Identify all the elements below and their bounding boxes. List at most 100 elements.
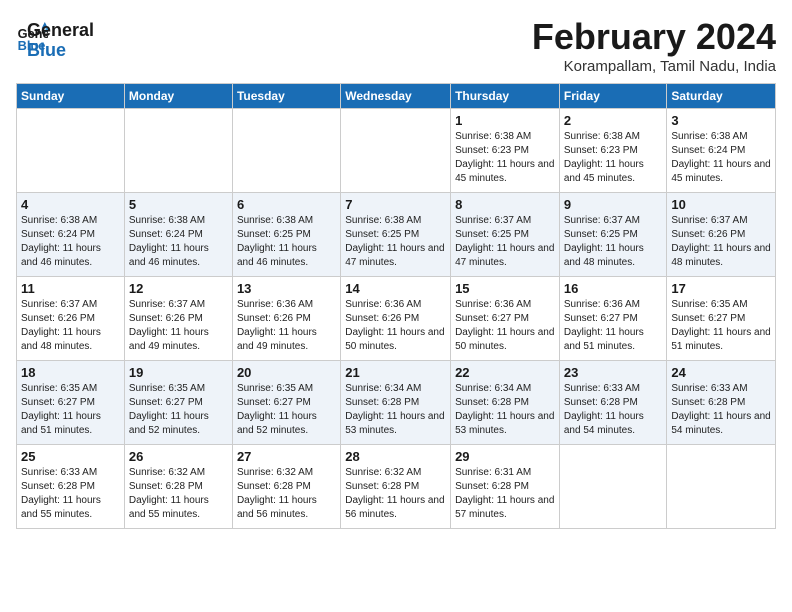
table-row: 4 Sunrise: 6:38 AMSunset: 6:24 PMDayligh… [17,193,125,277]
day-number: 16 [564,281,663,296]
day-number: 3 [671,113,771,128]
table-row: 1 Sunrise: 6:38 AMSunset: 6:23 PMDayligh… [451,109,560,193]
col-saturday: Saturday [667,84,776,109]
calendar-week-row: 18 Sunrise: 6:35 AMSunset: 6:27 PMDaylig… [17,361,776,445]
table-row: 14 Sunrise: 6:36 AMSunset: 6:26 PMDaylig… [341,277,451,361]
day-number: 15 [455,281,555,296]
table-row [341,109,451,193]
cell-info: Sunrise: 6:35 AMSunset: 6:27 PMDaylight:… [21,382,120,438]
table-row: 22 Sunrise: 6:34 AMSunset: 6:28 PMDaylig… [451,361,560,445]
day-number: 20 [237,365,336,380]
table-row: 16 Sunrise: 6:36 AMSunset: 6:27 PMDaylig… [559,277,667,361]
day-number: 10 [671,197,771,212]
table-row: 29 Sunrise: 6:31 AMSunset: 6:28 PMDaylig… [451,445,560,529]
day-number: 27 [237,449,336,464]
table-row: 2 Sunrise: 6:38 AMSunset: 6:23 PMDayligh… [559,109,667,193]
table-row [17,109,125,193]
day-number: 7 [345,197,446,212]
cell-info: Sunrise: 6:37 AMSunset: 6:26 PMDaylight:… [671,214,771,270]
table-row [124,109,232,193]
cell-info: Sunrise: 6:36 AMSunset: 6:27 PMDaylight:… [564,298,663,354]
col-tuesday: Tuesday [232,84,340,109]
day-number: 5 [129,197,228,212]
day-number: 2 [564,113,663,128]
cell-info: Sunrise: 6:35 AMSunset: 6:27 PMDaylight:… [671,298,771,354]
day-number: 1 [455,113,555,128]
day-number: 9 [564,197,663,212]
logo: General Blue General Blue [16,16,94,61]
cell-info: Sunrise: 6:38 AMSunset: 6:24 PMDaylight:… [21,214,120,270]
cell-info: Sunrise: 6:38 AMSunset: 6:24 PMDaylight:… [671,130,771,186]
cell-info: Sunrise: 6:35 AMSunset: 6:27 PMDaylight:… [129,382,228,438]
table-row: 25 Sunrise: 6:33 AMSunset: 6:28 PMDaylig… [17,445,125,529]
cell-info: Sunrise: 6:37 AMSunset: 6:26 PMDaylight:… [21,298,120,354]
cell-info: Sunrise: 6:35 AMSunset: 6:27 PMDaylight:… [237,382,336,438]
table-row: 11 Sunrise: 6:37 AMSunset: 6:26 PMDaylig… [17,277,125,361]
cell-info: Sunrise: 6:34 AMSunset: 6:28 PMDaylight:… [455,382,555,438]
calendar-header-row: Sunday Monday Tuesday Wednesday Thursday… [17,84,776,109]
table-row: 5 Sunrise: 6:38 AMSunset: 6:24 PMDayligh… [124,193,232,277]
col-friday: Friday [559,84,667,109]
table-row [232,109,340,193]
table-row: 18 Sunrise: 6:35 AMSunset: 6:27 PMDaylig… [17,361,125,445]
title-block: February 2024 Korampallam, Tamil Nadu, I… [532,16,776,75]
table-row: 6 Sunrise: 6:38 AMSunset: 6:25 PMDayligh… [232,193,340,277]
day-number: 8 [455,197,555,212]
table-row: 12 Sunrise: 6:37 AMSunset: 6:26 PMDaylig… [124,277,232,361]
cell-info: Sunrise: 6:38 AMSunset: 6:23 PMDaylight:… [564,130,663,186]
calendar-week-row: 1 Sunrise: 6:38 AMSunset: 6:23 PMDayligh… [17,109,776,193]
table-row: 21 Sunrise: 6:34 AMSunset: 6:28 PMDaylig… [341,361,451,445]
table-row: 24 Sunrise: 6:33 AMSunset: 6:28 PMDaylig… [667,361,776,445]
day-number: 17 [671,281,771,296]
day-number: 13 [237,281,336,296]
cell-info: Sunrise: 6:37 AMSunset: 6:25 PMDaylight:… [564,214,663,270]
day-number: 23 [564,365,663,380]
table-row: 8 Sunrise: 6:37 AMSunset: 6:25 PMDayligh… [451,193,560,277]
day-number: 6 [237,197,336,212]
calendar-week-row: 25 Sunrise: 6:33 AMSunset: 6:28 PMDaylig… [17,445,776,529]
cell-info: Sunrise: 6:36 AMSunset: 6:26 PMDaylight:… [345,298,446,354]
day-number: 21 [345,365,446,380]
cell-info: Sunrise: 6:32 AMSunset: 6:28 PMDaylight:… [345,466,446,522]
table-row: 26 Sunrise: 6:32 AMSunset: 6:28 PMDaylig… [124,445,232,529]
cell-info: Sunrise: 6:32 AMSunset: 6:28 PMDaylight:… [237,466,336,522]
day-number: 14 [345,281,446,296]
cell-info: Sunrise: 6:37 AMSunset: 6:25 PMDaylight:… [455,214,555,270]
cell-info: Sunrise: 6:38 AMSunset: 6:25 PMDaylight:… [345,214,446,270]
cell-info: Sunrise: 6:38 AMSunset: 6:23 PMDaylight:… [455,130,555,186]
col-monday: Monday [124,84,232,109]
cell-info: Sunrise: 6:36 AMSunset: 6:26 PMDaylight:… [237,298,336,354]
month-year-title: February 2024 [532,16,776,58]
calendar-table: Sunday Monday Tuesday Wednesday Thursday… [16,83,776,529]
table-row: 23 Sunrise: 6:33 AMSunset: 6:28 PMDaylig… [559,361,667,445]
cell-info: Sunrise: 6:38 AMSunset: 6:24 PMDaylight:… [129,214,228,270]
cell-info: Sunrise: 6:32 AMSunset: 6:28 PMDaylight:… [129,466,228,522]
day-number: 22 [455,365,555,380]
table-row: 10 Sunrise: 6:37 AMSunset: 6:26 PMDaylig… [667,193,776,277]
day-number: 25 [21,449,120,464]
calendar-week-row: 11 Sunrise: 6:37 AMSunset: 6:26 PMDaylig… [17,277,776,361]
day-number: 26 [129,449,228,464]
table-row: 7 Sunrise: 6:38 AMSunset: 6:25 PMDayligh… [341,193,451,277]
day-number: 29 [455,449,555,464]
cell-info: Sunrise: 6:33 AMSunset: 6:28 PMDaylight:… [564,382,663,438]
table-row: 28 Sunrise: 6:32 AMSunset: 6:28 PMDaylig… [341,445,451,529]
day-number: 19 [129,365,228,380]
cell-info: Sunrise: 6:37 AMSunset: 6:26 PMDaylight:… [129,298,228,354]
table-row: 20 Sunrise: 6:35 AMSunset: 6:27 PMDaylig… [232,361,340,445]
cell-info: Sunrise: 6:34 AMSunset: 6:28 PMDaylight:… [345,382,446,438]
table-row [667,445,776,529]
cell-info: Sunrise: 6:38 AMSunset: 6:25 PMDaylight:… [237,214,336,270]
day-number: 12 [129,281,228,296]
table-row: 3 Sunrise: 6:38 AMSunset: 6:24 PMDayligh… [667,109,776,193]
day-number: 24 [671,365,771,380]
col-sunday: Sunday [17,84,125,109]
table-row: 9 Sunrise: 6:37 AMSunset: 6:25 PMDayligh… [559,193,667,277]
day-number: 18 [21,365,120,380]
calendar-week-row: 4 Sunrise: 6:38 AMSunset: 6:24 PMDayligh… [17,193,776,277]
cell-info: Sunrise: 6:31 AMSunset: 6:28 PMDaylight:… [455,466,555,522]
table-row [559,445,667,529]
cell-info: Sunrise: 6:33 AMSunset: 6:28 PMDaylight:… [21,466,120,522]
page-header: General Blue General Blue February 2024 … [16,16,776,75]
table-row: 17 Sunrise: 6:35 AMSunset: 6:27 PMDaylig… [667,277,776,361]
